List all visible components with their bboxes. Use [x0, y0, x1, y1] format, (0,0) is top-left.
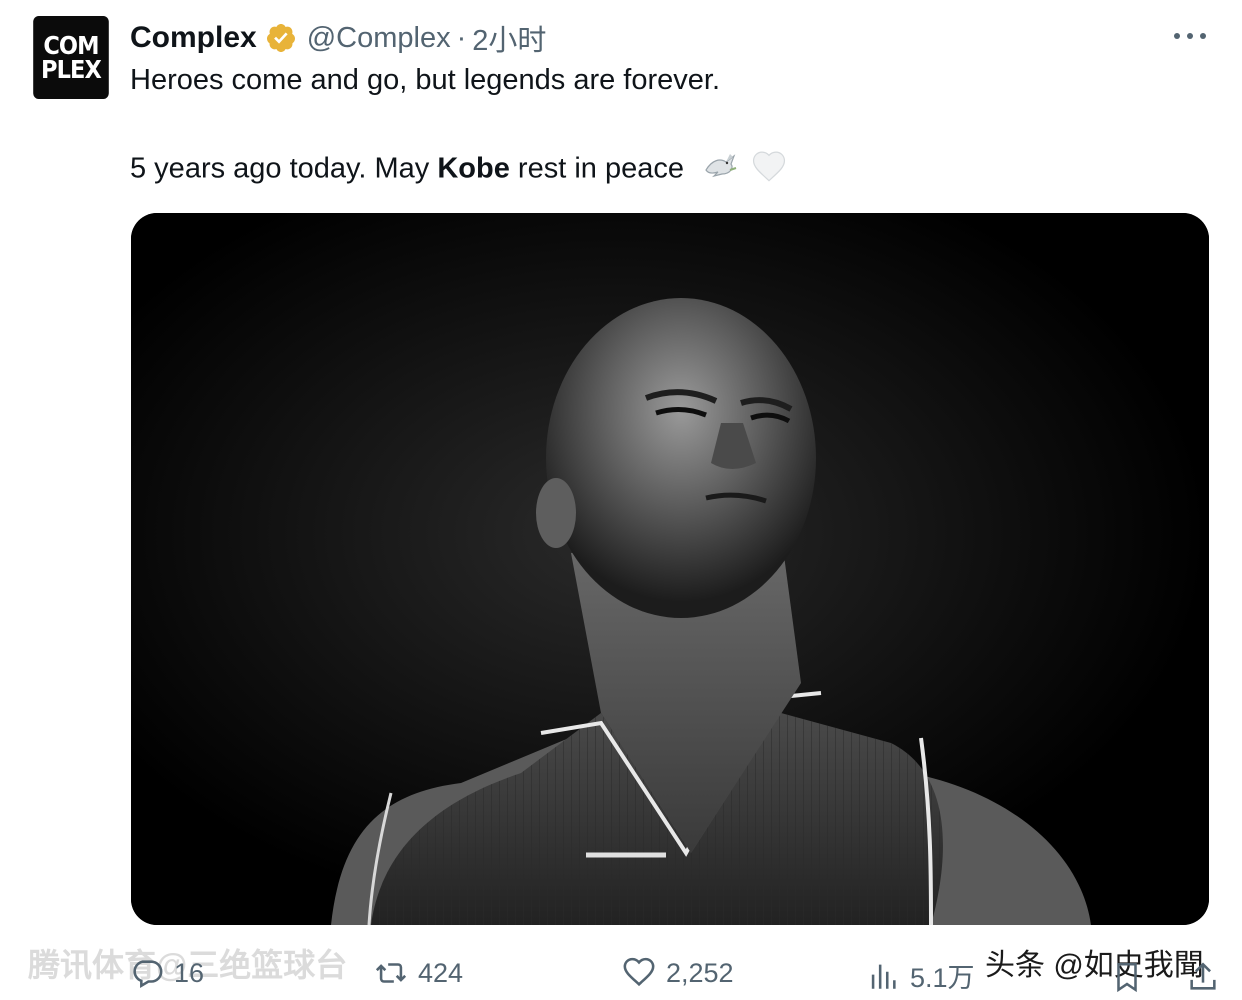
- logo-line1: COM: [43, 30, 99, 60]
- tweet-actions-bar: 16 424 2,252 5.1万: [0, 950, 1242, 1000]
- bookmark-button[interactable]: [1110, 960, 1144, 999]
- retweet-button[interactable]: 424: [374, 956, 463, 990]
- white-heart-icon: [750, 149, 788, 191]
- tweet-text-line2: 5 years ago today. May Kobe rest in peac…: [130, 148, 788, 192]
- reply-button[interactable]: 16: [130, 956, 204, 990]
- tweet-image[interactable]: [131, 213, 1209, 925]
- tweet-text-line1: Heroes come and go, but legends are fore…: [130, 64, 721, 96]
- views-button[interactable]: 5.1万: [866, 956, 975, 995]
- bookmark-icon: [1117, 962, 1137, 993]
- separator-dot: ·: [456, 21, 467, 54]
- like-button[interactable]: 2,252: [622, 956, 734, 990]
- heart-icon: [623, 957, 655, 987]
- more-options-icon[interactable]: [1170, 24, 1210, 48]
- reply-icon: [133, 960, 163, 989]
- views-chart-icon: [871, 964, 896, 989]
- views-count: 5.1万: [910, 963, 975, 993]
- retweet-icon: [375, 963, 407, 983]
- retweet-count: 424: [418, 957, 464, 988]
- tweet-text-bold-name[interactable]: Kobe: [437, 153, 510, 185]
- reply-count: 16: [174, 957, 205, 988]
- tweet-text-suffix: rest in peace: [509, 152, 684, 185]
- avatar-logo[interactable]: COM PLEX: [33, 16, 109, 99]
- share-button[interactable]: [1186, 960, 1220, 999]
- dove-icon: [700, 148, 740, 192]
- like-count: 2,252: [666, 957, 734, 988]
- timestamp[interactable]: 2小时: [472, 17, 546, 59]
- share-icon: [1190, 962, 1216, 990]
- logo-line2: PLEX: [41, 54, 102, 84]
- tweet-header: Complex @Complex · 2小时: [130, 18, 546, 58]
- author-handle[interactable]: @Complex: [307, 22, 451, 55]
- verified-badge-icon: [265, 22, 297, 54]
- display-name[interactable]: Complex: [130, 21, 257, 55]
- tweet-text-prefix: 5 years ago today. May: [130, 152, 438, 185]
